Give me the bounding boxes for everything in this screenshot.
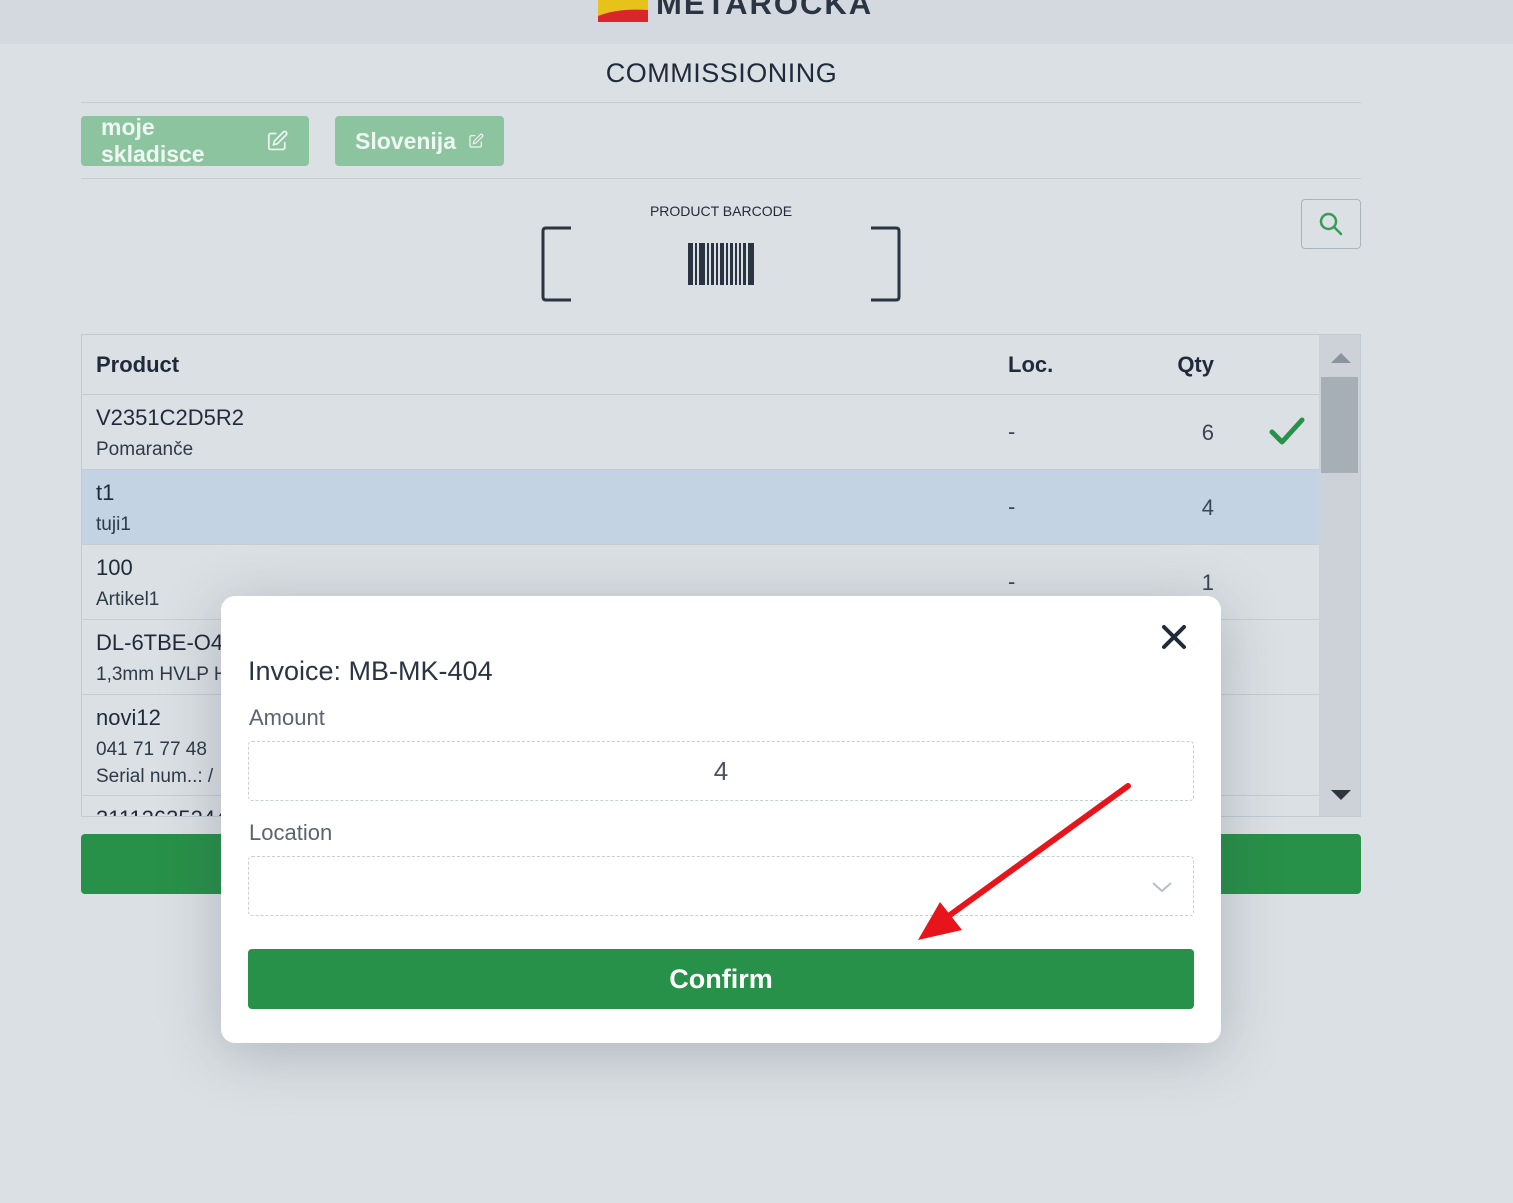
- table-row[interactable]: V2351C2D5R2 Pomaranče - 6: [82, 395, 1319, 470]
- product-qty: 6: [1201, 420, 1214, 445]
- barcode-scanner[interactable]: [541, 226, 901, 302]
- product-name: 041 71 77 48: [96, 739, 207, 760]
- checkmark-icon: [1269, 417, 1305, 445]
- search-icon: [1319, 212, 1343, 236]
- product-code: novi12: [96, 705, 161, 730]
- header-qty: Qty: [1177, 352, 1214, 377]
- product-name: tuji1: [96, 514, 131, 535]
- invoice-title: Invoice: MB-MK-404: [248, 656, 493, 686]
- logo-icon: [598, 0, 648, 22]
- product-name: Artikel1: [96, 589, 160, 610]
- product-code: t1: [96, 480, 115, 505]
- product-loc: -: [1008, 419, 1016, 444]
- header-loc: Loc.: [1008, 352, 1054, 377]
- scroll-up-arrow-icon[interactable]: [1331, 353, 1351, 363]
- search-button[interactable]: [1301, 199, 1361, 249]
- product-code: V2351C2D5R2: [96, 405, 244, 430]
- divider: [81, 178, 1361, 179]
- amount-label: Amount: [249, 705, 325, 730]
- divider: [81, 102, 1361, 103]
- product-qty: 4: [1201, 495, 1214, 520]
- page-title: COMMISSIONING: [605, 58, 838, 88]
- scroll-thumb[interactable]: [1321, 377, 1358, 473]
- product-name: 1,3mm HVLP H: [96, 664, 228, 685]
- table-scrollbar[interactable]: [1319, 335, 1360, 816]
- product-serial: Serial num..: /: [96, 766, 214, 787]
- warehouse-chip[interactable]: moje skladisce: [81, 114, 309, 167]
- top-bar: METAROCKA: [0, 0, 1513, 44]
- table-header: Product Loc. Qty: [82, 335, 1319, 395]
- confirm-button[interactable]: Confirm: [248, 949, 1194, 1009]
- warehouse-chip-label: moje skladisce: [101, 114, 205, 167]
- country-chip-label: Slovenija: [355, 127, 456, 154]
- product-qty: 1: [1201, 570, 1214, 595]
- location-select[interactable]: [248, 856, 1194, 916]
- close-icon[interactable]: [1159, 622, 1189, 652]
- product-code: 31112635244: [96, 806, 227, 816]
- logo-text: METAROCKA: [656, 0, 874, 21]
- edit-icon: [268, 130, 289, 151]
- barcode-label: PRODUCT BARCODE: [649, 203, 793, 219]
- product-code: 100: [96, 555, 133, 580]
- product-loc: -: [1008, 569, 1016, 594]
- edit-icon: [469, 133, 484, 148]
- header-product: Product: [96, 352, 180, 377]
- country-chip[interactable]: Slovenija: [335, 116, 504, 166]
- table-row-selected[interactable]: t1 tuji1 - 4: [82, 470, 1319, 545]
- amount-input[interactable]: 4: [248, 741, 1194, 801]
- scroll-down-arrow-icon[interactable]: [1331, 790, 1351, 800]
- barcode-icon: [688, 243, 754, 285]
- product-code: DL-6TBE-O4: [96, 630, 224, 655]
- location-label: Location: [249, 820, 333, 845]
- invoice-modal: Invoice: MB-MK-404 Amount 4 Location Con…: [221, 596, 1221, 1043]
- chevron-down-icon: [1152, 882, 1172, 893]
- product-name: Pomaranče: [96, 439, 194, 460]
- product-loc: -: [1008, 494, 1016, 519]
